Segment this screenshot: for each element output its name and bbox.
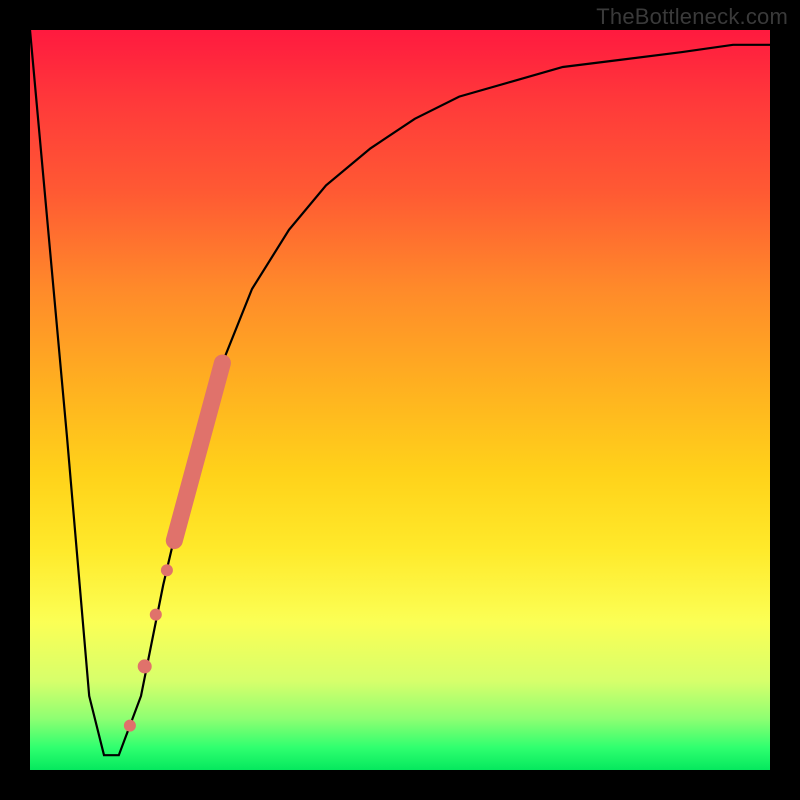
chart-frame: TheBottleneck.com [0,0,800,800]
watermark-text: TheBottleneck.com [596,4,788,30]
bottleneck-curve [30,30,770,755]
marker-dots [124,564,173,731]
dense-band [174,363,222,541]
dot-3 [150,609,162,621]
dot-1 [124,720,136,732]
dot-2 [138,659,152,673]
curve-layer [30,30,770,770]
dot-4 [161,564,173,576]
plot-area [30,30,770,770]
